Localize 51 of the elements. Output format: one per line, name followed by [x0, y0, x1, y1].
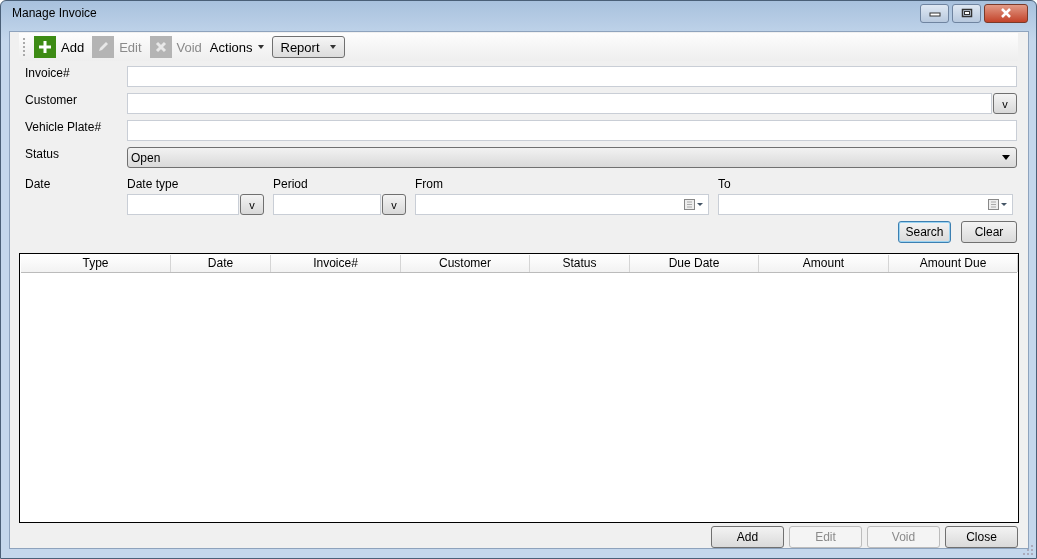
grip-icon: [22, 37, 26, 57]
column-header[interactable]: Amount: [759, 255, 889, 272]
resize-grip-icon[interactable]: [1023, 545, 1033, 555]
invoice-field[interactable]: [127, 66, 1017, 87]
field-label: Date: [25, 177, 52, 192]
close-button[interactable]: [984, 3, 1028, 23]
field-label: Status: [25, 147, 61, 162]
maximize-button[interactable]: [952, 3, 981, 23]
field-label: Period: [273, 177, 309, 192]
footer-button[interactable]: Add: [711, 526, 784, 548]
window-title: Manage Invoice: [11, 6, 97, 20]
pencil-icon: [92, 36, 115, 58]
caret-icon: [257, 45, 264, 49]
dropdown-button[interactable]: v: [240, 194, 264, 215]
column-header[interactable]: Invoice#: [271, 255, 401, 272]
plus-icon: [34, 36, 56, 58]
dropdown-button[interactable]: v: [993, 93, 1017, 114]
field-label: From: [415, 177, 444, 192]
combo-field[interactable]: [127, 194, 239, 215]
search-button[interactable]: Search: [898, 221, 951, 243]
actions-menu[interactable]: Actions: [207, 39, 266, 55]
cross-icon: [149, 36, 172, 58]
combo-field[interactable]: [273, 194, 381, 215]
field-label: Date type: [127, 177, 180, 192]
field-label: To: [718, 177, 732, 192]
calendar-icon: [684, 198, 704, 211]
field-label: Invoice#: [25, 66, 71, 81]
dropdown-button[interactable]: v: [382, 194, 406, 215]
report-dropdown[interactable]: Report: [271, 36, 345, 58]
date-picker[interactable]: [718, 194, 1013, 215]
column-header[interactable]: Type: [21, 255, 171, 272]
caret-icon: [1002, 155, 1010, 160]
column-header[interactable]: Status: [530, 255, 630, 272]
column-header[interactable]: Date: [171, 255, 271, 272]
date-picker[interactable]: [415, 194, 709, 215]
minimize-icon: [927, 9, 942, 17]
column-header[interactable]: Due Date: [630, 255, 759, 272]
vehicle-plate-field[interactable]: [127, 120, 1017, 141]
maximize-icon: [960, 8, 973, 18]
status-combo[interactable]: Open: [127, 147, 1017, 168]
column-header[interactable]: Customer: [401, 255, 530, 272]
footer-button[interactable]: Close: [945, 526, 1018, 548]
toolbar-button[interactable]: Add: [32, 36, 87, 58]
customer-field[interactable]: [127, 93, 992, 114]
column-header[interactable]: Amount Due: [889, 255, 1018, 272]
clear-button[interactable]: Clear: [961, 221, 1017, 243]
caret-icon: [329, 45, 336, 49]
calendar-icon: [988, 198, 1008, 211]
field-label: Customer: [25, 93, 78, 108]
close-icon: [999, 8, 1013, 18]
field-label: Vehicle Plate#: [25, 120, 103, 135]
